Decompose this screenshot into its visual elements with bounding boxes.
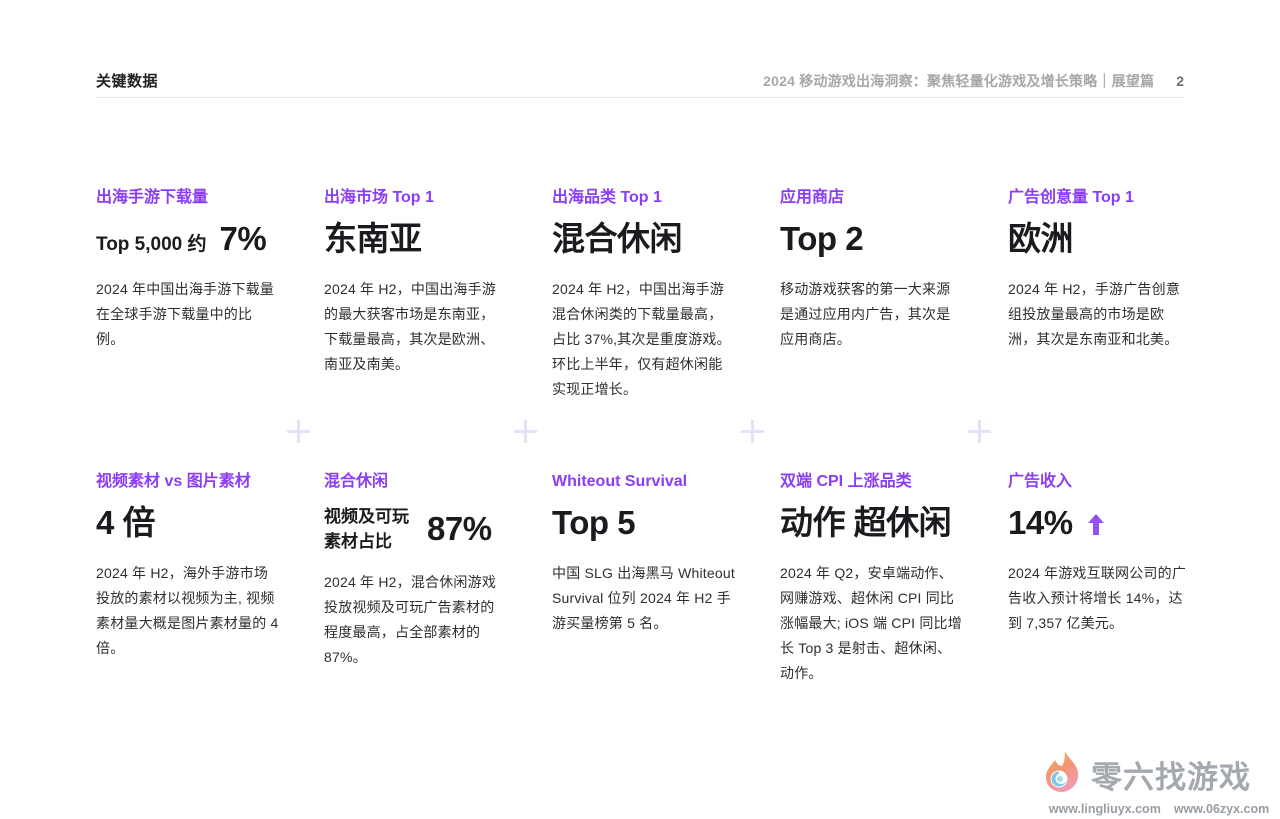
watermark-url-left: www.lingliuyx.com: [1049, 802, 1161, 816]
card-label: 出海手游下载量: [96, 188, 280, 208]
card-label: 双端 CPI 上涨品类: [780, 472, 964, 492]
watermark: 零六找游戏 www.lingliuyx.com www.06zyx.com: [1044, 750, 1274, 816]
card-value: 东南亚: [324, 221, 508, 261]
stat-card-ad-creatives: 广告创意量 Top 1 欧洲 2024 年 H2，手游广告创意组投放量最高的市场…: [1008, 188, 1192, 402]
page-header: 关键数据 2024 移动游戏出海洞察：聚焦轻量化游戏及增长策略｜展望篇 2: [96, 70, 1184, 91]
value-number: 7%: [220, 221, 267, 258]
card-label: 混合休闲: [324, 472, 508, 492]
watermark-urls: www.lingliuyx.com www.06zyx.com: [1044, 802, 1274, 816]
card-description: 2024 年 H2，海外手游市场投放的素材以视频为主, 视频素材量大概是图片素材…: [96, 561, 280, 661]
card-value: 4 倍: [96, 505, 280, 545]
stat-card-ad-revenue: 广告收入 14% 2024 年游戏互联网公司的广告收入预计将增长 14%，达到 …: [1008, 472, 1192, 686]
card-label: 出海品类 Top 1: [552, 188, 736, 208]
stat-card-whiteout-survival: Whiteout Survival Top 5 中国 SLG 出海黑马 Whit…: [552, 472, 736, 686]
card-label: 视频素材 vs 图片素材: [96, 472, 280, 492]
plus-marker-icon: [287, 420, 310, 443]
card-description: 2024 年 H2，手游广告创意组投放量最高的市场是欧洲，其次是东南亚和北美。: [1008, 277, 1192, 352]
value-number: Top 2: [780, 221, 863, 258]
card-description: 2024 年 H2，中国出海手游的最大获客市场是东南亚，下载量最高，其次是欧洲、…: [324, 277, 508, 377]
value-number: 4 倍: [96, 505, 155, 542]
watermark-brand-name: 零六找游戏: [1091, 752, 1251, 797]
card-label: 广告创意量 Top 1: [1008, 188, 1192, 208]
card-label: 广告收入: [1008, 472, 1192, 492]
card-description: 2024 年 Q2，安卓端动作、网赚游戏、超休闲 CPI 同比涨幅最大; iOS…: [780, 561, 964, 686]
up-arrow-icon: [1088, 514, 1104, 540]
card-description: 2024 年中国出海手游下载量在全球手游下载量中的比例。: [96, 277, 280, 352]
card-value: 混合休闲: [552, 221, 736, 261]
card-value: 欧洲: [1008, 221, 1192, 261]
watermark-url-right: www.06zyx.com: [1174, 802, 1269, 816]
card-description: 移动游戏获客的第一大来源是通过应用内广告，其次是应用商店。: [780, 277, 964, 352]
stat-card-hybrid-casual-assets: 混合休闲 视频及可玩素材占比 87% 2024 年 H2，混合休闲游戏投放视频及…: [324, 472, 508, 686]
card-value: Top 5,000 约 7%: [96, 221, 280, 261]
header-right: 2024 移动游戏出海洞察：聚焦轻量化游戏及增长策略｜展望篇 2: [763, 71, 1184, 91]
stat-card-cpi-rise: 双端 CPI 上涨品类 动作 超休闲 2024 年 Q2，安卓端动作、网赚游戏、…: [780, 472, 964, 686]
value-number: 混合休闲: [552, 221, 682, 258]
value-prefix: 视频及可玩素材占比: [324, 505, 414, 554]
card-value: Top 2: [780, 221, 964, 261]
stat-card-video-vs-image: 视频素材 vs 图片素材 4 倍 2024 年 H2，海外手游市场投放的素材以视…: [96, 472, 280, 686]
value-number: 欧洲: [1008, 221, 1073, 258]
card-label: 出海市场 Top 1: [324, 188, 508, 208]
stat-card-app-store: 应用商店 Top 2 移动游戏获客的第一大来源是通过应用内广告，其次是应用商店。: [780, 188, 964, 402]
card-description: 2024 年 H2，混合休闲游戏投放视频及可玩广告素材的程度最高，占全部素材的 …: [324, 570, 508, 670]
value-number: 动作 超休闲: [780, 505, 951, 542]
plus-marker-icon: [741, 420, 764, 443]
section-title: 关键数据: [96, 70, 158, 91]
value-prefix: Top 5,000 约: [96, 234, 207, 257]
stat-card-top-market: 出海市场 Top 1 东南亚 2024 年 H2，中国出海手游的最大获客市场是东…: [324, 188, 508, 402]
plus-marker-icon: [968, 420, 991, 443]
card-description: 2024 年游戏互联网公司的广告收入预计将增长 14%，达到 7,357 亿美元…: [1008, 561, 1192, 636]
header-divider: [96, 97, 1184, 98]
value-number: 东南亚: [324, 221, 422, 258]
value-number: Top 5: [552, 505, 635, 542]
card-description: 2024 年 H2，中国出海手游混合休闲类的下载量最高，占比 37%,其次是重度…: [552, 277, 736, 402]
value-number: 87%: [427, 511, 492, 548]
flame-swirl-logo-icon: [1044, 750, 1082, 799]
card-value: 14%: [1008, 505, 1192, 545]
watermark-brand-row: 零六找游戏: [1044, 750, 1274, 799]
document-title: 2024 移动游戏出海洞察：聚焦轻量化游戏及增长策略｜展望篇: [763, 71, 1154, 91]
stat-card-top-genre: 出海品类 Top 1 混合休闲 2024 年 H2，中国出海手游混合休闲类的下载…: [552, 188, 736, 402]
card-value: Top 5: [552, 505, 736, 545]
card-label: Whiteout Survival: [552, 472, 736, 492]
stats-row-2: 视频素材 vs 图片素材 4 倍 2024 年 H2，海外手游市场投放的素材以视…: [96, 472, 1192, 686]
report-page: 关键数据 2024 移动游戏出海洞察：聚焦轻量化游戏及增长策略｜展望篇 2 出海…: [0, 0, 1280, 819]
stats-row-1: 出海手游下载量 Top 5,000 约 7% 2024 年中国出海手游下载量在全…: [96, 188, 1192, 402]
stat-card-downloads: 出海手游下载量 Top 5,000 约 7% 2024 年中国出海手游下载量在全…: [96, 188, 280, 402]
card-label: 应用商店: [780, 188, 964, 208]
card-value: 视频及可玩素材占比 87%: [324, 505, 508, 554]
value-number: 14%: [1008, 505, 1073, 542]
card-description: 中国 SLG 出海黑马 Whiteout Survival 位列 2024 年 …: [552, 561, 736, 636]
plus-marker-icon: [514, 420, 537, 443]
page-number: 2: [1176, 73, 1184, 89]
card-value: 动作 超休闲: [780, 505, 964, 545]
